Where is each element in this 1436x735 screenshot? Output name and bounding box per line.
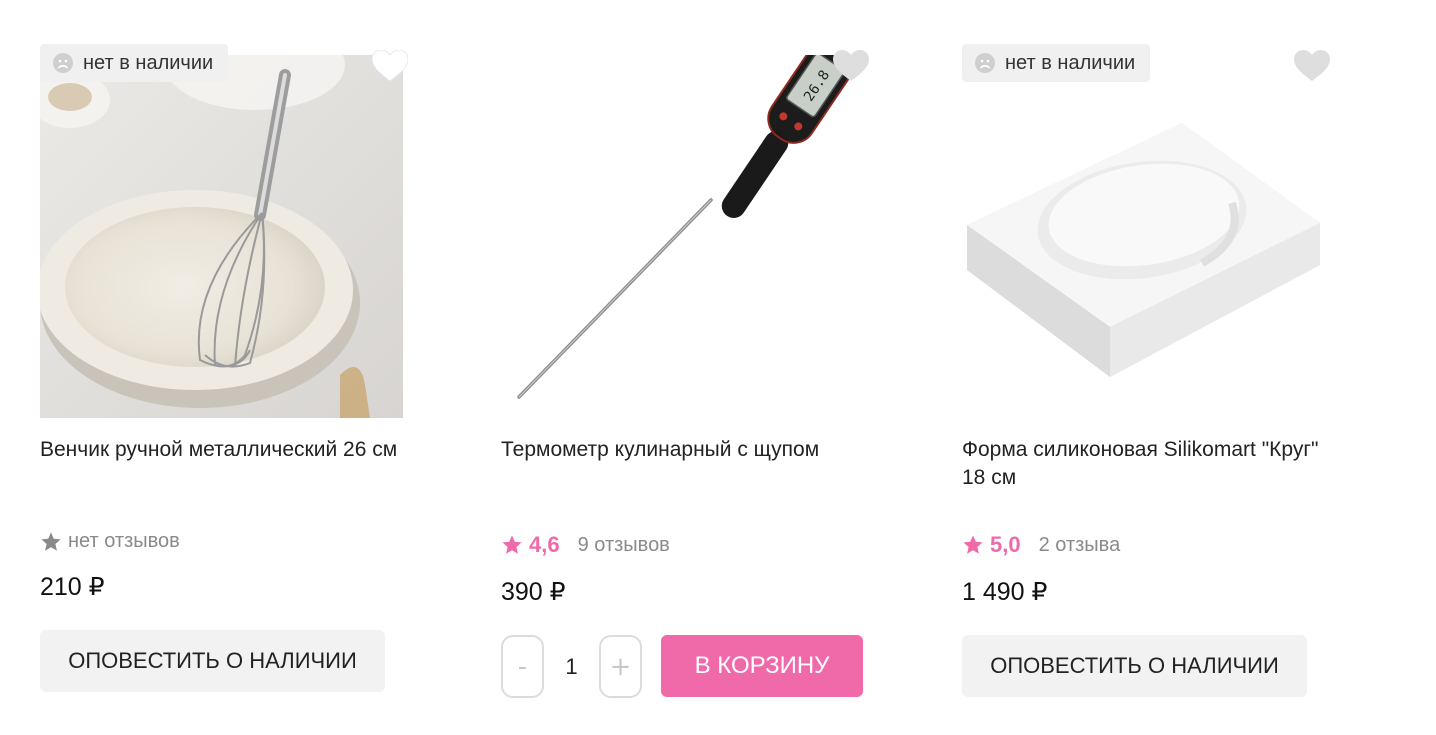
rating-row: 5,0 2 отзыва bbox=[962, 532, 1120, 558]
badge-label: нет в наличии bbox=[1005, 51, 1136, 74]
product-title[interactable]: Венчик ручной металлический 26 см bbox=[40, 436, 410, 464]
add-to-cart-button[interactable]: В КОРЗИНУ bbox=[661, 635, 863, 697]
heart-icon[interactable] bbox=[372, 50, 408, 82]
reviews-count[interactable]: нет отзывов bbox=[68, 530, 180, 553]
price: 390 ₽ bbox=[501, 578, 566, 606]
reviews-count[interactable]: 2 отзыва bbox=[1039, 534, 1121, 557]
badge-label: нет в наличии bbox=[83, 51, 214, 74]
notify-availability-button[interactable]: ОПОВЕСТИТЬ О НАЛИЧИИ bbox=[40, 630, 385, 692]
decrease-quantity-button[interactable]: - bbox=[501, 635, 544, 698]
star-icon bbox=[502, 535, 522, 554]
product-card: нет в наличии Венчик ручной металлически… bbox=[40, 0, 460, 735]
product-image-silicone-mold[interactable] bbox=[962, 55, 1325, 418]
increase-quantity-button[interactable]: + bbox=[599, 635, 642, 698]
product-image-whisk[interactable] bbox=[40, 55, 403, 418]
price: 210 ₽ bbox=[40, 573, 105, 601]
rating-row: 4,6 9 отзывов bbox=[501, 532, 670, 558]
star-icon bbox=[963, 535, 983, 554]
sad-face-icon bbox=[53, 53, 73, 73]
product-card: 26.8 Термометр кулинарный с щупом 4,6 9 … bbox=[501, 0, 921, 735]
heart-icon[interactable] bbox=[833, 50, 869, 82]
out-of-stock-badge: нет в наличии bbox=[40, 44, 229, 82]
rating-row: нет отзывов bbox=[40, 530, 180, 553]
rating-value: 5,0 bbox=[990, 532, 1021, 557]
reviews-count[interactable]: 9 отзывов bbox=[578, 534, 670, 557]
star-icon bbox=[41, 531, 61, 551]
price: 1 490 ₽ bbox=[962, 578, 1048, 606]
quantity-value[interactable]: 1 bbox=[544, 654, 599, 680]
quantity-stepper: - 1 + bbox=[501, 635, 642, 698]
product-card: нет в наличии Форма силиконовая Silikoma… bbox=[962, 0, 1382, 735]
product-image-thermometer[interactable]: 26.8 bbox=[501, 55, 864, 418]
rating-value: 4,6 bbox=[529, 532, 560, 557]
out-of-stock-badge: нет в наличии bbox=[962, 44, 1151, 82]
notify-availability-button[interactable]: ОПОВЕСТИТЬ О НАЛИЧИИ bbox=[962, 635, 1307, 697]
product-title[interactable]: Форма силиконовая Silikomart "Круг" 18 с… bbox=[962, 436, 1332, 492]
product-title[interactable]: Термометр кулинарный с щупом bbox=[501, 436, 871, 464]
sad-face-icon bbox=[975, 53, 995, 73]
heart-icon[interactable] bbox=[1294, 50, 1330, 82]
